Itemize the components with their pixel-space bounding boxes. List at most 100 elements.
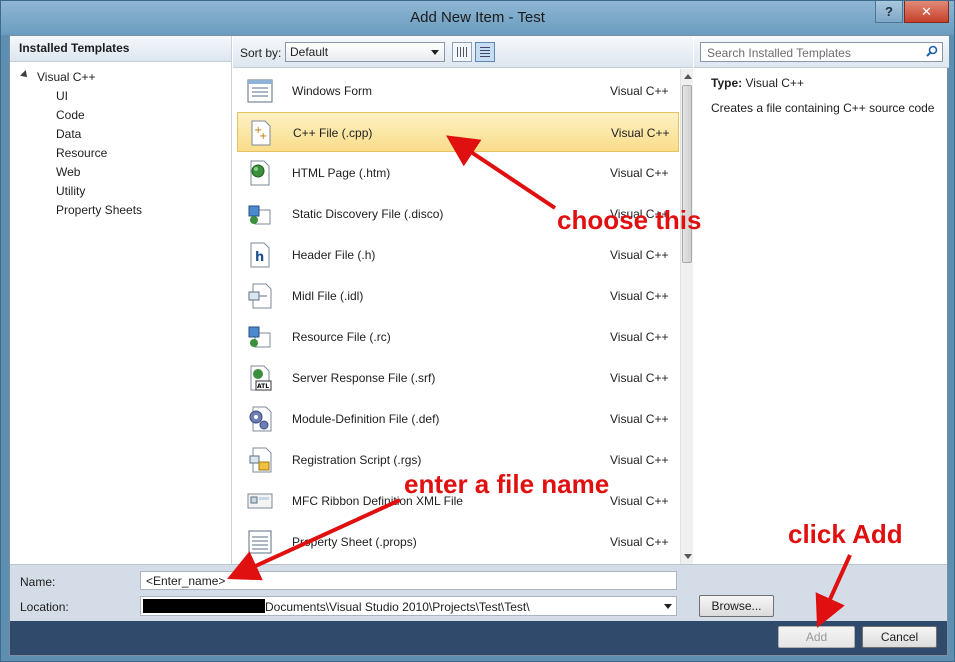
- annotation-choose-this: choose this: [557, 205, 702, 235]
- dialog-body: Installed Templates Visual C++ UI Code D…: [9, 35, 949, 656]
- template-row-cpp-file[interactable]: + + C++ File (.cpp) Visual C++: [237, 112, 679, 152]
- template-name: Registration Script (.rgs): [292, 453, 422, 467]
- tree-node-visual-cpp[interactable]: Visual C++: [10, 67, 231, 86]
- cancel-button[interactable]: Cancel: [862, 626, 937, 648]
- template-name: Midl File (.idl): [292, 289, 364, 303]
- svg-text:h: h: [255, 250, 264, 265]
- template-name: Resource File (.rc): [292, 330, 391, 344]
- annotation-click-add: click Add: [788, 519, 903, 549]
- tree-node-web[interactable]: Web: [10, 162, 231, 181]
- resource-file-icon: [248, 326, 271, 348]
- template-row-srf-file[interactable]: ATL Server Response File (.srf) Visual C…: [237, 358, 679, 398]
- template-name: C++ File (.cpp): [293, 126, 373, 140]
- search-input[interactable]: Search Installed Templates: [700, 42, 943, 62]
- property-sheet-icon: [248, 530, 272, 554]
- tree-node-utility[interactable]: Utility: [10, 181, 231, 200]
- tree-node-code[interactable]: Code: [10, 105, 231, 124]
- location-value: Documents\Visual Studio 2010\Projects\Te…: [265, 600, 530, 614]
- name-label: Name:: [20, 575, 56, 589]
- search-icon[interactable]: [926, 45, 938, 57]
- template-language: Visual C++: [610, 412, 669, 426]
- rgs-file-icon: [249, 447, 272, 473]
- grid-view-icon: [457, 47, 467, 57]
- template-language: Visual C++: [611, 126, 670, 140]
- template-name: HTML Page (.htm): [292, 166, 391, 180]
- cpp-file-icon: + +: [251, 120, 271, 146]
- template-row-def-file[interactable]: Module-Definition File (.def) Visual C++: [237, 399, 679, 439]
- template-language: Visual C++: [610, 289, 669, 303]
- windows-form-icon: [247, 79, 273, 103]
- sort-by-dropdown[interactable]: Default: [285, 42, 445, 62]
- chevron-down-icon[interactable]: [664, 604, 672, 609]
- template-name: Module-Definition File (.def): [292, 412, 440, 426]
- scroll-down-icon[interactable]: [684, 554, 692, 559]
- template-name: Property Sheet (.props): [292, 535, 417, 549]
- def-file-icon: [249, 406, 272, 432]
- template-name: Header File (.h): [292, 248, 376, 262]
- svg-text:+: +: [259, 131, 267, 142]
- dialog-title: Add New Item - Test: [410, 9, 545, 26]
- sort-toolbar: Sort by: Default: [233, 36, 693, 68]
- sort-by-value: Default: [290, 45, 329, 59]
- expand-triangle-icon[interactable]: [20, 70, 30, 80]
- installed-templates-panel: Installed Templates Visual C++ UI Code D…: [10, 36, 232, 564]
- add-new-item-dialog: Add New Item - Test ? ✕ Installed Templa…: [0, 0, 955, 662]
- template-language: Visual C++: [610, 535, 669, 549]
- detail-type-value: Visual C++: [745, 76, 804, 90]
- small-icons-view-button[interactable]: [452, 42, 472, 62]
- browse-button[interactable]: Browse...: [699, 595, 774, 617]
- dialog-footer: Add Cancel: [10, 621, 947, 655]
- title-bar: Add New Item - Test ? ✕: [1, 1, 954, 35]
- template-language: Visual C++: [610, 330, 669, 344]
- name-field[interactable]: <Enter_name>: [140, 571, 677, 590]
- search-placeholder: Search Installed Templates: [707, 46, 851, 60]
- close-button[interactable]: ✕: [904, 1, 949, 23]
- template-language: Visual C++: [610, 453, 669, 467]
- list-view-button[interactable]: [475, 42, 495, 62]
- ribbon-xml-icon: [247, 493, 273, 509]
- tree-node-data[interactable]: Data: [10, 124, 231, 143]
- location-field[interactable]: Documents\Visual Studio 2010\Projects\Te…: [140, 596, 677, 616]
- template-row-resource-file[interactable]: Resource File (.rc) Visual C++: [237, 317, 679, 357]
- svg-text:ATL: ATL: [257, 383, 269, 390]
- list-view-icon: [480, 47, 490, 57]
- sort-by-label: Sort by:: [240, 46, 282, 60]
- search-area: Search Installed Templates: [694, 36, 949, 68]
- template-language: Visual C++: [610, 166, 669, 180]
- annotation-enter-file-name: enter a file name: [404, 469, 610, 499]
- template-row-html-page[interactable]: HTML Page (.htm) Visual C++: [237, 153, 679, 193]
- template-language: Visual C++: [610, 248, 669, 262]
- template-language: Visual C++: [610, 84, 669, 98]
- template-name: Static Discovery File (.disco): [292, 207, 444, 221]
- template-list-scrollbar[interactable]: [680, 69, 693, 564]
- template-details: Type: Visual C++ Creates a file containi…: [694, 69, 949, 564]
- add-button[interactable]: Add: [778, 626, 855, 648]
- scroll-thumb[interactable]: [682, 85, 692, 263]
- help-button[interactable]: ?: [875, 1, 903, 23]
- header-file-icon: h: [250, 242, 270, 268]
- template-row-windows-form[interactable]: Windows Form Visual C++: [237, 71, 679, 111]
- template-language: Visual C++: [610, 494, 669, 508]
- tree-node-label: Visual C++: [37, 70, 96, 84]
- template-language: Visual C++: [610, 371, 669, 385]
- tree-node-ui[interactable]: UI: [10, 86, 231, 105]
- template-row-header-file[interactable]: h Header File (.h) Visual C++: [237, 235, 679, 275]
- tree-node-property-sheets[interactable]: Property Sheets: [10, 200, 231, 219]
- template-row-midl-file[interactable]: Midl File (.idl) Visual C++: [237, 276, 679, 316]
- disco-file-icon: [248, 205, 271, 225]
- installed-templates-header: Installed Templates: [10, 36, 231, 62]
- detail-type-row: Type: Visual C++: [711, 76, 949, 90]
- html-page-icon: [250, 160, 270, 186]
- item-form: Name: <Enter_name> Location: Documents\V…: [10, 564, 947, 621]
- scroll-up-icon[interactable]: [684, 74, 692, 79]
- tree-node-resource[interactable]: Resource: [10, 143, 231, 162]
- redacted-path: [143, 599, 265, 613]
- midl-file-icon: [248, 283, 272, 309]
- template-name: Windows Form: [292, 84, 373, 98]
- template-name: Server Response File (.srf): [292, 371, 436, 385]
- detail-description: Creates a file containing C++ source cod…: [711, 101, 935, 115]
- template-tree: Visual C++ UI Code Data Resource Web Uti…: [10, 67, 231, 219]
- template-row-property-sheet[interactable]: Property Sheet (.props) Visual C++: [237, 522, 679, 562]
- srf-file-icon: ATL: [250, 365, 272, 391]
- chevron-down-icon: [431, 50, 439, 55]
